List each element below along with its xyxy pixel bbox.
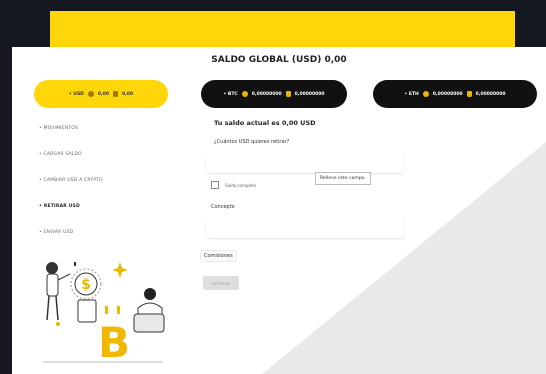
withdraw-submit-button[interactable]: RETIRAR [203, 276, 239, 290]
menu-item-enviar-usd[interactable]: • ENVIAR USD [39, 230, 149, 235]
btc-amount-2: 0,00000000 [294, 91, 325, 97]
sidebar-menu: • MOVIMIENTOS • CARGAR SALDO • CAMBIAR U… [39, 126, 149, 256]
crypto-illustration: $ B [43, 262, 165, 367]
btc-coin-icon [241, 91, 248, 97]
usd-amount-1: 0,00 [97, 91, 110, 97]
top-banner [50, 11, 515, 51]
amount-question-label: ¿Cuántos USD quieres retirar? [214, 139, 290, 145]
full-balance-row: Saldo completo [211, 181, 256, 189]
menu-item-cargar-saldo[interactable]: • CARGAR SALDO [39, 152, 149, 157]
page-title: SALDO GLOBAL (USD) 0,00 [211, 55, 347, 65]
eth-balance-pill[interactable]: • ETH 0,00000000 0,00000000 [373, 80, 537, 108]
usd-balance-pill[interactable]: • USD 0,00 0,00 [34, 80, 168, 108]
usd-label: • USD [68, 91, 84, 97]
concept-label: Concepto [211, 204, 235, 210]
menu-item-retirar-usd[interactable]: • RETIRAR USD [39, 204, 149, 209]
concept-input[interactable] [206, 216, 404, 238]
commissions-link[interactable]: Comisiones [201, 251, 236, 261]
wallet-bag-icon [285, 91, 291, 97]
full-balance-label: Saldo completo [225, 182, 257, 188]
eth-label: • ETH [404, 91, 419, 97]
full-balance-checkbox[interactable] [211, 181, 219, 189]
btc-label: • BTC [223, 91, 238, 97]
btc-balance-pill[interactable]: • BTC 0,00000000 0,00000000 [201, 80, 347, 108]
bitcoin-symbol-icon: B [98, 318, 130, 367]
validation-tooltip: Rellene este campo. [315, 172, 371, 185]
eth-amount-1: 0,00000000 [432, 91, 463, 97]
dollar-coin-icon: $ [81, 277, 91, 293]
wallet-bag-icon [466, 91, 472, 97]
usd-amount-2: 0,00 [122, 91, 134, 97]
menu-item-movimientos[interactable]: • MOVIMIENTOS [39, 126, 149, 131]
withdraw-page: SALDO GLOBAL (USD) 0,00 • USD 0,00 0,00 … [12, 47, 546, 374]
amount-input[interactable] [206, 151, 404, 173]
btc-coin-icon [87, 91, 94, 97]
wallet-bag-icon [113, 91, 119, 97]
btc-coin-icon [422, 91, 429, 97]
menu-item-cambiar-usd-a-crypto[interactable]: • CAMBIAR USD A CRYPTO [39, 178, 149, 183]
eth-amount-2: 0,00000000 [475, 91, 506, 97]
btc-amount-1: 0,00000000 [251, 91, 282, 97]
current-balance-text: Tu saldo actual es 0,00 USD [214, 119, 316, 127]
